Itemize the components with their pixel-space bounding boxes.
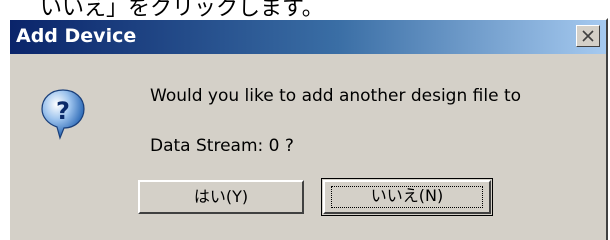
no-button-label: いいえ(N) bbox=[370, 186, 444, 205]
add-device-dialog: Add Device ? Would you like to add anoth… bbox=[8, 18, 608, 240]
no-button[interactable]: いいえ(N) bbox=[321, 178, 493, 216]
close-button[interactable] bbox=[576, 25, 600, 47]
yes-button[interactable]: はい(Y) bbox=[138, 180, 304, 214]
no-button-face: いいえ(N) bbox=[323, 180, 491, 214]
dialog-title: Add Device bbox=[16, 25, 137, 47]
question-icon: ? bbox=[41, 89, 85, 140]
yes-button-label: はい(Y) bbox=[193, 187, 249, 206]
close-icon bbox=[582, 30, 594, 42]
dialog-message-line2: Data Stream: 0 ? bbox=[150, 136, 294, 156]
screen: いいえ」をクリックします。 Add Device ? Would you lik… bbox=[0, 0, 610, 240]
dialog-message-line1: Would you like to add another design fil… bbox=[150, 86, 522, 106]
dialog-titlebar[interactable]: Add Device bbox=[10, 20, 606, 54]
svg-text:?: ? bbox=[56, 97, 70, 125]
